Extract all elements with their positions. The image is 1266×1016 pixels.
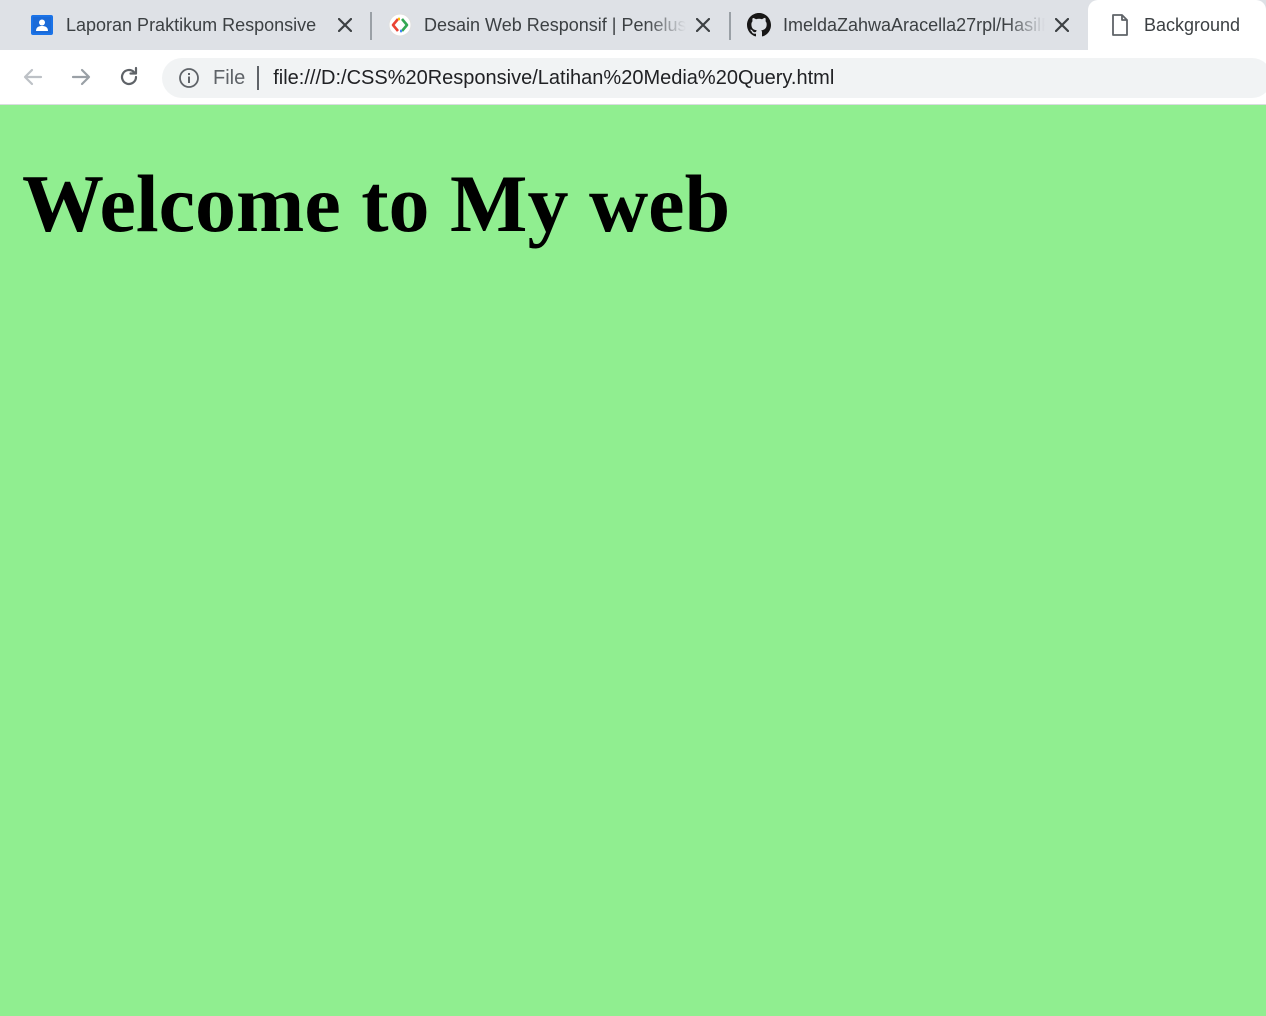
scheme-label: File <box>213 66 246 89</box>
reload-button[interactable] <box>112 60 146 94</box>
classroom-icon <box>30 13 54 37</box>
url-text[interactable]: file:///D:/CSS%20Responsive/Latihan%20Me… <box>273 67 834 90</box>
close-tab-icon[interactable] <box>1051 14 1073 36</box>
tab-laporan[interactable]: Laporan Praktikum Responsive <box>16 0 370 50</box>
tab-title: Laporan Praktikum Responsive <box>66 14 317 35</box>
tab-title: Desain Web Responsif | Penelusuran <box>424 14 686 35</box>
scheme-divider <box>257 66 260 90</box>
tab-strip: Laporan Praktikum Responsive Desain Web … <box>0 0 1266 50</box>
tab-title: ImeldaZahwaAracella27rpl/HasilPraktikum <box>783 14 1045 35</box>
document-icon <box>1108 13 1132 37</box>
page-viewport: Welcome to My web <box>0 105 1266 1016</box>
back-button[interactable] <box>16 60 50 94</box>
web-fundamentals-icon <box>388 13 412 37</box>
tab-separator <box>729 12 731 40</box>
address-bar[interactable]: File file:///D:/CSS%20Responsive/Latihan… <box>162 58 1266 98</box>
reload-icon <box>120 66 138 86</box>
page-heading: Welcome to My web <box>22 158 731 249</box>
close-tab-icon[interactable] <box>692 14 714 36</box>
back-arrow-icon <box>23 68 43 86</box>
tab-github[interactable]: ImeldaZahwaAracella27rpl/HasilPraktikum <box>733 0 1087 50</box>
close-tab-icon[interactable] <box>334 14 356 36</box>
browser-toolbar: File file:///D:/CSS%20Responsive/Latihan… <box>0 50 1266 105</box>
site-info-icon[interactable] <box>178 67 200 89</box>
forward-arrow-icon <box>71 68 91 86</box>
tab-background[interactable]: Background <box>1088 0 1266 50</box>
github-icon <box>747 13 771 37</box>
forward-button[interactable] <box>64 60 98 94</box>
tab-desain-web[interactable]: Desain Web Responsif | Penelusuran <box>374 0 728 50</box>
tab-title: Background <box>1144 14 1241 35</box>
tab-separator <box>370 12 372 40</box>
